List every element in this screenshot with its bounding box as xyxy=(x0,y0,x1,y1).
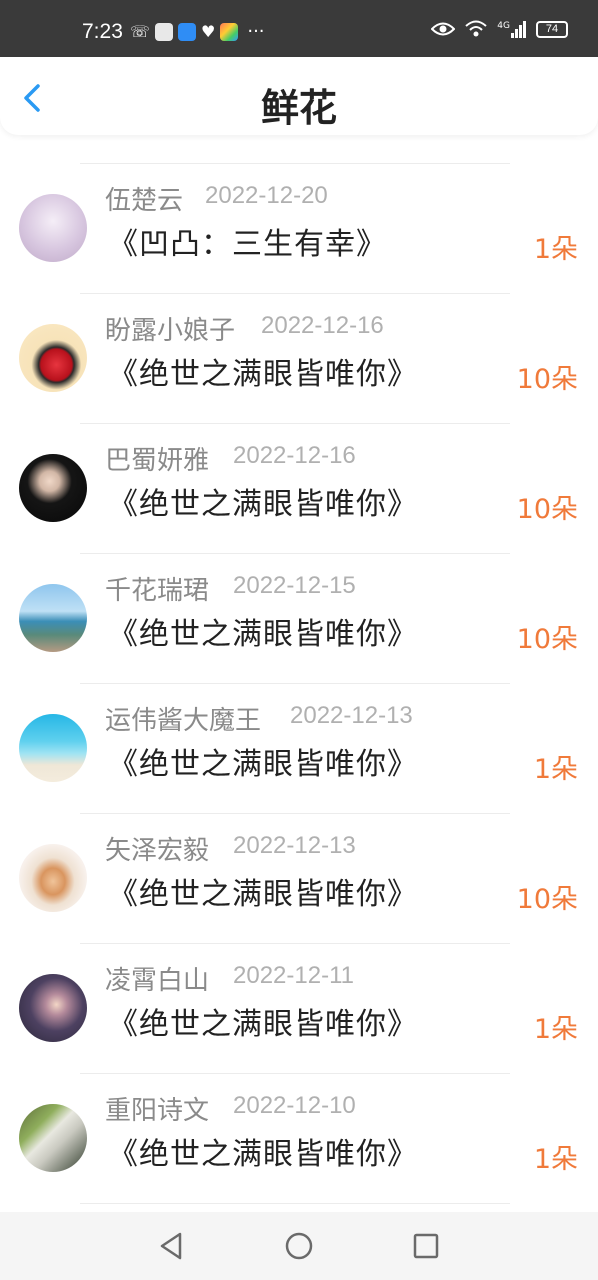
flower-row[interactable]: 盼露小娘子 2022-12-16 《绝世之满眼皆唯你》 10朵 xyxy=(0,293,598,423)
row-divider xyxy=(80,1203,510,1204)
sent-date: 2022-12-13 xyxy=(290,702,413,729)
flower-count: 10朵 xyxy=(516,624,578,655)
sender-name[interactable]: 千花瑞珺 xyxy=(105,570,209,607)
avatar[interactable] xyxy=(19,584,87,652)
sender-name[interactable]: 凌霄白山 xyxy=(105,960,209,997)
system-nav-bar xyxy=(0,1212,598,1280)
flower-count: 10朵 xyxy=(516,494,578,525)
flower-count: 10朵 xyxy=(516,884,578,915)
battery-icon: 74 xyxy=(536,20,568,38)
sent-date: 2022-12-16 xyxy=(233,442,356,469)
wifi-icon xyxy=(465,20,487,37)
cloud-app-icon xyxy=(178,22,197,41)
sender-name[interactable]: 伍楚云 xyxy=(105,180,183,217)
colorful-app-icon xyxy=(220,22,239,41)
flower-row[interactable]: 矢泽宏毅 2022-12-13 《绝世之满眼皆唯你》 10朵 xyxy=(0,813,598,943)
status-bar: 7:23 ☏ ♥ ··· 4G 74 xyxy=(0,0,598,57)
sent-date: 2022-12-11 xyxy=(233,962,354,989)
sender-name[interactable]: 运伟酱大魔王 xyxy=(105,700,261,737)
flower-row[interactable]: 千花瑞珺 2022-12-15 《绝世之满眼皆唯你》 10朵 xyxy=(0,553,598,683)
flower-count: 1朵 xyxy=(533,234,578,265)
avatar[interactable] xyxy=(19,194,87,262)
book-title[interactable]: 《凹凸：三生有幸》 xyxy=(108,219,387,263)
missed-call-icon: ☏ xyxy=(130,22,151,41)
book-title[interactable]: 《绝世之满眼皆唯你》 xyxy=(108,1129,418,1173)
sender-name[interactable]: 重阳诗文 xyxy=(105,1090,209,1127)
sender-name[interactable]: 矢泽宏毅 xyxy=(105,830,209,867)
flower-count: 1朵 xyxy=(533,1144,578,1175)
page-title: 鲜花 xyxy=(260,86,337,130)
flower-count: 1朵 xyxy=(533,1014,578,1045)
sent-date: 2022-12-10 xyxy=(233,1092,356,1119)
flower-row[interactable]: 重阳诗文 2022-12-10 《绝世之满眼皆唯你》 1朵 xyxy=(0,1073,598,1203)
signal-icon: 4G xyxy=(497,20,526,38)
flower-row[interactable]: 伍楚云 2022-12-20 《凹凸：三生有幸》 1朵 xyxy=(0,163,598,293)
avatar[interactable] xyxy=(19,1104,87,1172)
book-title[interactable]: 《绝世之满眼皆唯你》 xyxy=(108,349,418,393)
flower-row[interactable]: 凌霄白山 2022-12-11 《绝世之满眼皆唯你》 1朵 xyxy=(0,943,598,1073)
network-type: 4G xyxy=(497,20,510,31)
book-title[interactable]: 《绝世之满眼皆唯你》 xyxy=(108,869,418,913)
sender-name[interactable]: 巴蜀妍雅 xyxy=(105,440,209,477)
home-circle-icon[interactable] xyxy=(283,1230,315,1262)
back-triangle-icon[interactable] xyxy=(156,1230,188,1262)
notification-icons: ☏ ♥ ··· xyxy=(130,22,265,41)
sent-date: 2022-12-15 xyxy=(233,572,356,599)
avatar[interactable] xyxy=(19,454,87,522)
avatar[interactable] xyxy=(19,714,87,782)
status-time: 7:23 xyxy=(82,20,123,43)
header: 鲜花 xyxy=(0,57,598,135)
system-icons: 4G 74 xyxy=(431,20,568,38)
avatar[interactable] xyxy=(19,974,87,1042)
book-title[interactable]: 《绝世之满眼皆唯你》 xyxy=(108,739,418,783)
recents-square-icon[interactable] xyxy=(410,1230,442,1262)
flower-row[interactable]: 运伟酱大魔王 2022-12-13 《绝世之满眼皆唯你》 1朵 xyxy=(0,683,598,813)
book-title[interactable]: 《绝世之满眼皆唯你》 xyxy=(108,479,418,523)
flower-row[interactable]: 巴蜀妍雅 2022-12-16 《绝世之满眼皆唯你》 10朵 xyxy=(0,423,598,553)
sent-date: 2022-12-20 xyxy=(205,182,328,209)
flower-list[interactable]: 伍楚云 2022-12-20 《凹凸：三生有幸》 1朵 盼露小娘子 2022-1… xyxy=(0,135,598,1210)
book-title[interactable]: 《绝世之满眼皆唯你》 xyxy=(108,609,418,653)
more-notifications-icon: ··· xyxy=(247,20,265,42)
avatar[interactable] xyxy=(19,844,87,912)
app-notification-icon xyxy=(155,22,174,41)
flower-count: 1朵 xyxy=(533,754,578,785)
sender-name[interactable]: 盼露小娘子 xyxy=(105,310,235,347)
sent-date: 2022-12-13 xyxy=(233,832,356,859)
heart-app-icon: ♥ xyxy=(201,22,216,41)
avatar[interactable] xyxy=(19,324,87,392)
eye-icon xyxy=(431,22,456,36)
sent-date: 2022-12-16 xyxy=(261,312,384,339)
book-title[interactable]: 《绝世之满眼皆唯你》 xyxy=(108,999,418,1043)
flower-count: 10朵 xyxy=(516,364,578,395)
